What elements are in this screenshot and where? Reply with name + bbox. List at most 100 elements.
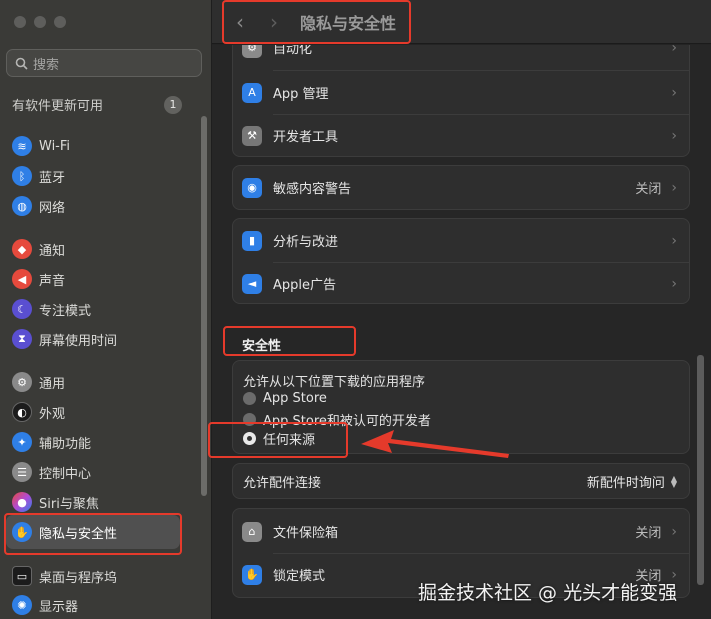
accessibility-icon: ✦ bbox=[12, 432, 32, 452]
automation-icon: ⚙ bbox=[242, 45, 262, 58]
automation-row[interactable]: ⚙ 自动化 › bbox=[233, 45, 689, 69]
eye-icon: ◉ bbox=[242, 177, 262, 198]
minimize-window-button[interactable] bbox=[34, 16, 46, 28]
speaker-icon: ◀ bbox=[12, 269, 32, 289]
radio-button[interactable] bbox=[243, 392, 256, 405]
sidebar-item-control-center[interactable]: ☰ 控制中心 bbox=[12, 459, 91, 485]
analytics-row[interactable]: ▮ 分析与改进 › bbox=[233, 219, 689, 262]
dock-icon: ▭ bbox=[12, 566, 32, 586]
control-center-icon: ☰ bbox=[12, 462, 32, 482]
chevron-right-icon: › bbox=[671, 179, 677, 196]
app-store-icon: A bbox=[242, 82, 262, 103]
chevron-right-icon: › bbox=[270, 9, 278, 34]
sidebar-item-appearance[interactable]: ◐ 外观 bbox=[12, 399, 65, 425]
sidebar-item-label: Wi-Fi bbox=[39, 138, 71, 154]
allow-apps-label: 允许从以下位置下载的应用程序 bbox=[243, 375, 426, 390]
hourglass-icon: ⧗ bbox=[12, 329, 32, 349]
row-label: 开发者工具 bbox=[273, 130, 339, 145]
apple-ads-row[interactable]: ◄ Apple广告 › bbox=[233, 262, 689, 305]
wifi-icon: ≋ bbox=[12, 136, 32, 156]
back-button[interactable]: ‹ bbox=[228, 10, 252, 34]
sidebar-item-desktop-dock[interactable]: ▭ 桌面与程序坞 bbox=[12, 563, 117, 589]
sidebar-scrollbar[interactable] bbox=[201, 116, 207, 496]
settings-pane: ⚙ 自动化 › A App 管理 › ⚒ 开发者工具 › ◉ 敏感内容警告 关闭… bbox=[212, 45, 711, 619]
radio-label: App Store bbox=[263, 391, 327, 406]
select-value: 新配件时询问 bbox=[586, 476, 665, 491]
chevron-right-icon: › bbox=[671, 275, 677, 292]
hand-icon: ✋ bbox=[242, 564, 262, 585]
sensitive-content-row[interactable]: ◉ 敏感内容警告 关闭 › bbox=[233, 166, 689, 209]
row-value: 关闭 bbox=[635, 526, 662, 541]
row-label: 文件保险箱 bbox=[273, 526, 339, 541]
app-management-row[interactable]: A App 管理 › bbox=[233, 71, 689, 114]
close-window-button[interactable] bbox=[14, 16, 26, 28]
hammer-icon: ⚒ bbox=[242, 125, 262, 146]
sidebar-item-general[interactable]: ⚙ 通用 bbox=[12, 369, 65, 395]
sidebar-item-label: 隐私与安全性 bbox=[39, 526, 118, 542]
gear-icon: ⚙ bbox=[12, 372, 32, 392]
annotation-arrow-icon bbox=[361, 430, 509, 458]
sidebar-item-sound[interactable]: ◀ 声音 bbox=[12, 266, 65, 292]
sidebar-item-siri[interactable]: ● Siri与聚焦 bbox=[12, 489, 99, 515]
bell-icon: ◆ bbox=[12, 239, 32, 259]
forward-button[interactable]: › bbox=[262, 10, 286, 34]
sidebar-item-privacy-security[interactable]: ✋ 隐私与安全性 bbox=[6, 515, 180, 549]
radio-app-store[interactable]: App Store bbox=[243, 391, 327, 406]
sidebar-item-screen-time[interactable]: ⧗ 屏幕使用时间 bbox=[12, 326, 117, 352]
bluetooth-icon: ᛒ bbox=[12, 166, 32, 186]
analytics-group: ▮ 分析与改进 › ◄ Apple广告 › bbox=[232, 218, 690, 304]
sidebar-item-label: 辅助功能 bbox=[39, 436, 92, 452]
sensitive-content-group: ◉ 敏感内容警告 关闭 › bbox=[232, 165, 690, 210]
sidebar-item-network[interactable]: ◍ 网络 bbox=[12, 193, 65, 219]
row-label: 允许配件连接 bbox=[243, 476, 322, 491]
sidebar-item-label: 外观 bbox=[39, 406, 66, 422]
sidebar-item-notifications[interactable]: ◆ 通知 bbox=[12, 236, 65, 262]
sidebar-item-label: 桌面与程序坞 bbox=[39, 570, 118, 586]
sidebar-item-displays[interactable]: ✺ 显示器 bbox=[12, 592, 78, 618]
sidebar-item-wifi[interactable]: ≋ Wi-Fi bbox=[12, 133, 70, 159]
content-scrollbar[interactable] bbox=[697, 355, 704, 585]
globe-icon: ◍ bbox=[12, 196, 32, 216]
update-count-badge: 1 bbox=[164, 95, 182, 114]
accessory-row: 允许配件连接 新配件时询问 ▲ ▼ bbox=[233, 460, 689, 503]
radio-anywhere[interactable]: 任何来源 bbox=[243, 429, 315, 448]
row-label: Apple广告 bbox=[273, 278, 337, 293]
house-icon: ⌂ bbox=[242, 521, 262, 542]
appearance-icon: ◐ bbox=[12, 402, 32, 422]
sidebar-item-focus[interactable]: ☾ 专注模式 bbox=[12, 296, 91, 322]
software-update-label: 有软件更新可用 bbox=[12, 99, 104, 114]
radio-button[interactable] bbox=[243, 413, 256, 426]
window-controls bbox=[14, 16, 66, 28]
sidebar-item-label: 通知 bbox=[39, 243, 66, 259]
search-input[interactable]: 搜索 bbox=[6, 49, 202, 77]
chevron-left-icon: ‹ bbox=[236, 9, 244, 34]
sidebar-item-label: 专注模式 bbox=[39, 303, 92, 319]
developer-tools-row[interactable]: ⚒ 开发者工具 › bbox=[233, 114, 689, 157]
radio-button-selected[interactable] bbox=[243, 432, 256, 445]
sidebar-item-bluetooth[interactable]: ᛒ 蓝牙 bbox=[12, 163, 65, 189]
accessory-select[interactable]: 新配件时询问 ▲ ▼ bbox=[587, 472, 677, 491]
sidebar-item-label: 控制中心 bbox=[39, 466, 92, 482]
watermark: 掘金技术社区 @ 光头才能变强 bbox=[418, 582, 678, 604]
row-value: 关闭 bbox=[635, 182, 662, 197]
search-icon bbox=[15, 57, 28, 70]
chevron-right-icon: › bbox=[671, 523, 677, 540]
chevron-right-icon: › bbox=[671, 232, 677, 249]
row-label: 自动化 bbox=[273, 45, 313, 57]
sidebar-item-label: 蓝牙 bbox=[39, 170, 66, 186]
row-label: 分析与改进 bbox=[273, 235, 339, 250]
sidebar-item-label: 通用 bbox=[39, 376, 66, 392]
filevault-row[interactable]: ⌂ 文件保险箱 关闭 › bbox=[233, 510, 689, 553]
sidebar-item-label: Siri与聚焦 bbox=[39, 496, 99, 512]
moon-icon: ☾ bbox=[12, 299, 32, 319]
row-label: App 管理 bbox=[273, 87, 329, 102]
up-down-chevron-icon: ▲ ▼ bbox=[670, 473, 677, 489]
search-placeholder: 搜索 bbox=[33, 57, 60, 73]
sidebar-item-accessibility[interactable]: ✦ 辅助功能 bbox=[12, 429, 91, 455]
zoom-window-button[interactable] bbox=[54, 16, 66, 28]
chart-icon: ▮ bbox=[242, 230, 262, 251]
sidebar-item-label: 网络 bbox=[39, 200, 66, 216]
sidebar-item-label: 屏幕使用时间 bbox=[39, 333, 118, 349]
software-update-item[interactable]: 有软件更新可用 1 bbox=[12, 95, 182, 114]
chevron-right-icon: › bbox=[671, 127, 677, 144]
